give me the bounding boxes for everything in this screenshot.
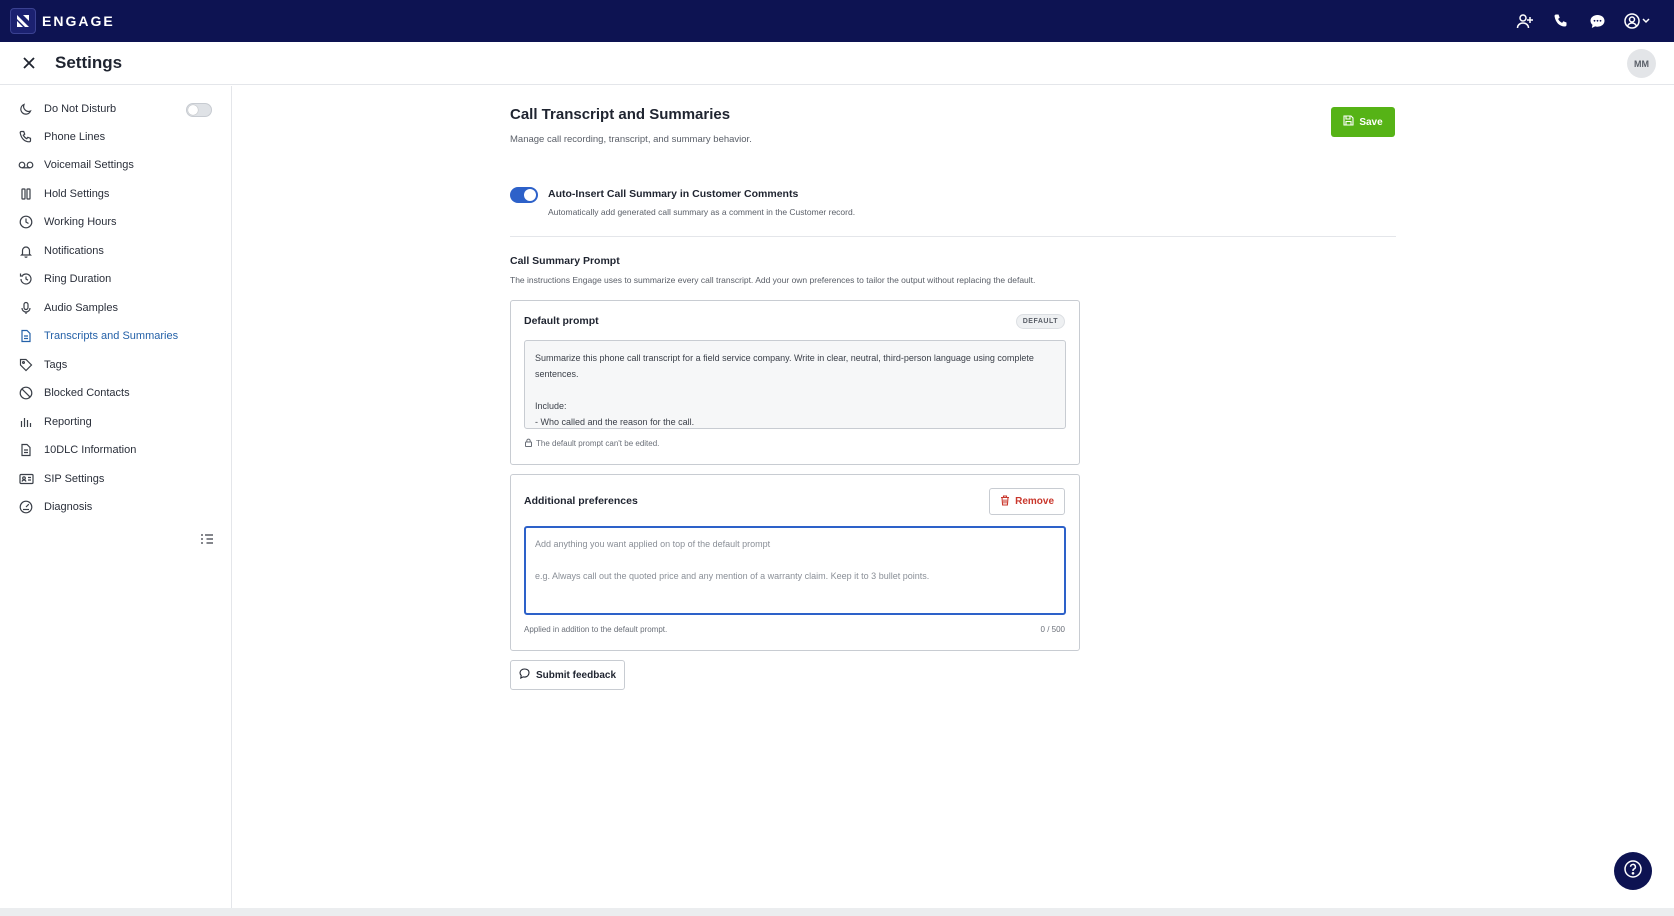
sidebar-item-label: Notifications	[44, 245, 104, 257]
applied-note: Applied in addition to the default promp…	[524, 625, 668, 634]
sidebar-item-sip-settings[interactable]: SIP Settings	[18, 468, 218, 490]
section-title: Call Transcript and Summaries	[510, 106, 731, 123]
sidebar-item-notifications[interactable]: Notifications	[18, 240, 218, 262]
collapse-sidebar-icon[interactable]	[199, 532, 215, 548]
additional-preferences-input[interactable]	[524, 526, 1066, 615]
sidebar-item-label: SIP Settings	[44, 473, 105, 485]
sidebar-item-transcripts-and-summaries[interactable]: Transcripts and Summaries	[18, 325, 218, 347]
help-button[interactable]	[1614, 852, 1652, 890]
divider	[510, 236, 1396, 237]
sidebar-item-label: Phone Lines	[44, 131, 106, 143]
avatar[interactable]: MM	[1627, 49, 1656, 78]
account-icon[interactable]	[1622, 10, 1654, 32]
save-icon	[1343, 115, 1354, 129]
history-icon	[18, 271, 34, 287]
sidebar-item-label: Tags	[44, 359, 68, 371]
top-navbar: ENGAGE	[0, 0, 1674, 42]
close-icon[interactable]	[19, 53, 39, 73]
phone-icon[interactable]	[1550, 10, 1572, 32]
engage-logo-icon	[10, 8, 36, 34]
default-prompt-title: Default prompt	[524, 315, 599, 327]
save-button[interactable]: Save	[1331, 107, 1395, 137]
clock-icon	[18, 214, 34, 230]
sidebar-item-label: Working Hours	[44, 216, 117, 228]
help-icon	[1623, 859, 1643, 884]
trash-icon	[1000, 494, 1010, 509]
additional-preferences-card: Additional preferences Remove Applied in…	[510, 474, 1080, 651]
default-prompt-content: Summarize this phone call transcript for…	[535, 353, 1034, 427]
sidebar-item-diagnosis[interactable]: Diagnosis	[18, 496, 218, 518]
sidebar-item-ring-duration[interactable]: Ring Duration	[18, 268, 218, 290]
phone-icon	[18, 129, 34, 145]
comment-icon	[519, 668, 530, 682]
additional-preferences-title: Additional preferences	[524, 495, 638, 507]
sidebar-item-phone-lines[interactable]: Phone Lines	[18, 126, 218, 148]
sidebar-item-label: Do Not Disturb	[44, 103, 117, 115]
default-prompt-card: Default prompt DEFAULT Summarize this ph…	[510, 300, 1080, 465]
save-label: Save	[1359, 116, 1383, 128]
document-icon	[18, 328, 34, 344]
bar-chart-icon	[18, 414, 34, 430]
auto-insert-description: Automatically add generated call summary…	[548, 207, 856, 217]
add-contact-icon[interactable]	[1514, 10, 1536, 32]
sidebar-item-label: Hold Settings	[44, 188, 110, 200]
character-counter: 0 / 500	[1040, 625, 1065, 634]
voicemail-icon	[18, 157, 34, 173]
sidebar-item-label: Diagnosis	[44, 501, 93, 513]
block-icon	[18, 385, 34, 401]
default-badge: DEFAULT	[1015, 314, 1065, 329]
id-card-icon	[18, 471, 34, 487]
sidebar-item-voicemail-settings[interactable]: Voicemail Settings	[18, 154, 218, 176]
remove-button[interactable]: Remove	[989, 488, 1065, 515]
moon-icon	[18, 101, 34, 117]
sidebar-item-label: Ring Duration	[44, 273, 112, 285]
sidebar-item-audio-samples[interactable]: Audio Samples	[18, 297, 218, 319]
sidebar-item-label: Blocked Contacts	[44, 387, 130, 399]
remove-label: Remove	[1015, 496, 1054, 507]
sidebar-item-working-hours[interactable]: Working Hours	[18, 211, 218, 233]
sidebar-item-hold-settings[interactable]: Hold Settings	[18, 183, 218, 205]
lock-note: The default prompt can't be edited.	[524, 438, 659, 449]
sidebar-item-blocked-contacts[interactable]: Blocked Contacts	[18, 382, 218, 404]
auto-insert-label: Auto-Insert Call Summary in Customer Com…	[548, 188, 799, 200]
section-subtitle: Manage call recording, transcript, and s…	[510, 134, 752, 145]
prompt-section-description: The instructions Engage uses to summariz…	[510, 275, 1036, 285]
sidebar-item-label: Voicemail Settings	[44, 159, 134, 171]
settings-header: Settings MM	[0, 42, 1674, 85]
lock-icon	[524, 438, 533, 449]
default-prompt-text[interactable]: Summarize this phone call transcript for…	[524, 340, 1066, 429]
page-title: Settings	[55, 53, 123, 72]
brand[interactable]: ENGAGE	[10, 8, 115, 34]
chat-icon[interactable]	[1586, 10, 1608, 32]
brand-name: ENGAGE	[42, 13, 115, 29]
document-icon	[18, 442, 34, 458]
sidebar-item-label: Reporting	[44, 416, 92, 428]
sidebar-item-tags[interactable]: Tags	[18, 354, 218, 376]
gauge-icon	[18, 499, 34, 515]
pause-icon	[18, 186, 34, 202]
microphone-icon	[18, 300, 34, 316]
lock-note-text: The default prompt can't be edited.	[536, 439, 660, 448]
tag-icon	[18, 357, 34, 373]
submit-feedback-label: Submit feedback	[535, 669, 617, 681]
submit-feedback-button[interactable]: Submit feedback	[510, 660, 625, 690]
sidebar-item-10dlc-information[interactable]: 10DLC Information	[18, 439, 218, 461]
prompt-section-title: Call Summary Prompt	[510, 255, 620, 267]
sidebar-item-label: 10DLC Information	[44, 444, 137, 456]
sidebar-item-label: Transcripts and Summaries	[44, 330, 179, 342]
do-not-disturb-toggle[interactable]	[186, 103, 212, 117]
bell-icon	[18, 243, 34, 259]
sidebar-item-label: Audio Samples	[44, 302, 118, 314]
auto-insert-toggle[interactable]	[510, 187, 538, 203]
sidebar-item-reporting[interactable]: Reporting	[18, 411, 218, 433]
bottom-scrollbar	[0, 908, 1674, 916]
